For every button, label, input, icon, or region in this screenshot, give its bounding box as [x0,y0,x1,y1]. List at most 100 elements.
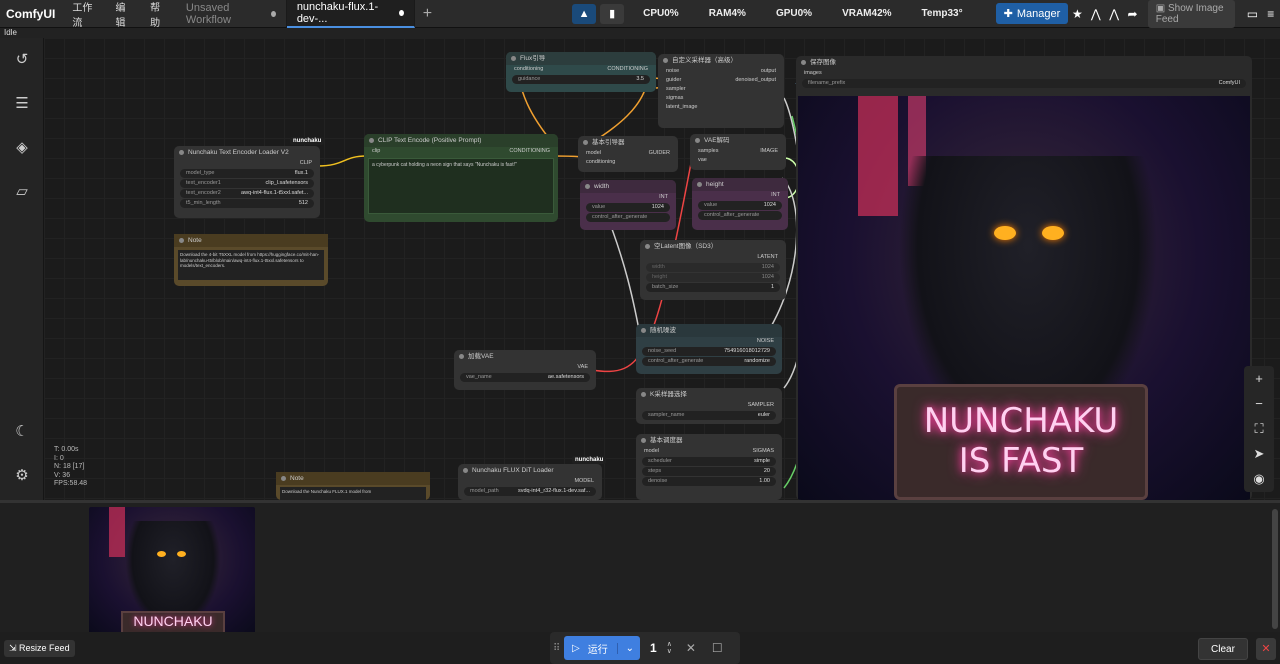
input-images[interactable]: images [796,69,1252,78]
batch-count[interactable]: 1 [650,641,657,655]
close-feed-icon[interactable]: ✕ [1256,638,1276,660]
run-button[interactable]: ▷ 运行 ⌄ [564,636,640,660]
output-conditioning[interactable]: CONDITIONING [509,147,550,156]
sampler-name-widget[interactable]: sampler_name euler [642,411,776,420]
node-custom-sampler-advanced[interactable]: 自定义采样器（高级） noise output guider denoised_ou… [658,54,784,128]
input-sigmas[interactable]: sigmas [658,94,784,103]
input-model[interactable]: model SIGMAS [636,447,782,456]
node-title[interactable]: 空Latent图像（SD3） [640,240,786,253]
output-vae[interactable]: VAE [454,363,596,372]
feed-scrollbar[interactable] [1272,509,1278,629]
input-model[interactable]: model GUIDER [578,149,678,158]
menu-workflow[interactable]: 工作流 [63,0,106,29]
panel-toggle-icon[interactable]: ▭ [1243,2,1261,26]
text-encoder2-widget[interactable]: text_encoder2 awq-int4-flux.1-t5xxl.safet… [180,189,314,198]
bookmark-icon[interactable]: ▮ [600,3,625,24]
node-basic-guider[interactable]: 基本引导器 model GUIDER conditioning [578,136,678,172]
output-int[interactable]: INT [692,191,788,200]
text-encoder1-widget[interactable]: text_encoder1 clip_l.safetensors [180,179,314,188]
share-arrow-icon[interactable]: ➦ [1123,2,1141,26]
value-widget[interactable]: value 1024 [698,201,782,210]
zoom-in-icon[interactable]: + [1244,366,1274,391]
new-tab-plus-icon[interactable]: + [415,5,440,23]
node-flux-guidance[interactable]: Flux引导 conditioning CONDITIONING guidance… [506,52,656,92]
note-title[interactable]: Note [276,472,430,485]
theme-moon-icon[interactable]: ☾ [12,422,32,442]
node-vae-decode[interactable]: VAE解码 samples IMAGE vae [690,134,786,170]
note-flux-model[interactable]: Note Download the Nunchaku FLUX.1 model … [276,472,430,500]
output-conditioning[interactable]: CONDITIONING [607,65,648,74]
input-samples[interactable]: samples IMAGE [690,147,786,156]
app-logo[interactable]: ComfyUI [0,7,63,21]
output-image-preview[interactable]: NUNCHAKU IS FAST [798,96,1250,500]
input-conditioning[interactable]: conditioning CONDITIONING [506,65,656,74]
output-denoised[interactable]: denoised_output [735,76,776,85]
node-canvas[interactable]: Flux引导 conditioning CONDITIONING guidance… [44,38,1280,500]
batch-stepper-icon[interactable]: ∧ ∨ [667,641,672,655]
input-clip[interactable]: clip CONDITIONING [364,147,558,156]
vae-name-widget[interactable]: vae_name ae.safetensors [460,373,590,382]
tab-unsaved-workflow[interactable]: Unsaved Workflow [176,0,287,28]
batch-size-widget[interactable]: batch_size 1 [646,283,780,292]
output-output[interactable]: output [761,67,776,76]
node-text-encoder-loader[interactable]: Nunchaku Text Encoder Loader V2 CLIP mod… [174,146,320,218]
control-after-generate-widget[interactable]: control_after_generate [698,211,782,220]
output-sigmas[interactable]: SIGMAS [753,447,774,456]
node-title[interactable]: 基本引导器 [578,136,678,149]
node-title[interactable]: 保存图像 [796,56,1252,69]
output-noise[interactable]: NOISE [636,337,782,346]
input-latent-image[interactable]: latent_image [658,103,784,112]
cancel-x-icon[interactable]: ✕ [686,641,696,655]
output-clip[interactable]: CLIP [174,159,320,168]
node-empty-latent-sd3[interactable]: 空Latent图像（SD3） LATENT width 1024 height 10… [640,240,786,300]
note-title[interactable]: Note [174,234,328,247]
node-title[interactable]: K采样器选择 [636,388,782,401]
output-int[interactable]: INT [580,193,676,202]
note-t5xxl[interactable]: Note Download the 4-bit T5XXL model from… [174,234,328,286]
output-image[interactable]: IMAGE [760,147,778,156]
noise-seed-widget[interactable]: noise_seed 754916018012729 [642,347,776,356]
feed-thumbnail[interactable]: NUNCHAKU [89,507,255,635]
prompt-textarea[interactable]: a cyberpunk cat holding a neon sign that… [368,158,554,214]
toggle-links-eye-icon[interactable]: ◉ [1244,466,1274,491]
denoise-widget[interactable]: denoise 1.00 [642,477,776,486]
filename-prefix-widget[interactable]: filename_prefix ComfyUI [802,79,1246,88]
stop-square-icon[interactable]: ☐ [712,641,723,655]
zoom-out-icon[interactable]: − [1244,391,1274,416]
node-title[interactable]: Nunchaku Text Encoder Loader V2 [174,146,320,159]
node-title[interactable]: CLIP Text Encode (Positive Prompt) [364,134,558,147]
manager-button[interactable]: ✚ Manager [995,3,1069,24]
node-width[interactable]: width INT value 1024 control_after_genera… [580,180,676,230]
menu-edit[interactable]: 编辑 [106,0,141,29]
model-b-icon[interactable]: ⋀ [1105,2,1123,26]
node-random-noise[interactable]: 随机噪波 NOISE noise_seed 754916018012729 con… [636,324,782,374]
node-clip-text-encode[interactable]: CLIP Text Encode (Positive Prompt) clip C… [364,134,558,222]
node-basic-scheduler[interactable]: 基本调度器 model SIGMAS scheduler simple steps 2… [636,434,782,500]
node-title[interactable]: 加载VAE [454,350,596,363]
tab-nunchaku-workflow[interactable]: nunchaku-flux.1-dev-... [286,0,415,28]
control-after-generate-widget[interactable]: control_after_generate randomize [642,357,776,366]
model-path-widget[interactable]: model_path svdq-int4_r32-flux.1-dev.saf..… [464,487,596,496]
t5-min-length-widget[interactable]: t5_min_length 512 [180,199,314,208]
show-image-feed-button[interactable]: ▣ Show Image Feed [1147,0,1236,28]
scheduler-widget[interactable]: scheduler simple [642,457,776,466]
input-noise[interactable]: noise output [658,67,784,76]
clear-button[interactable]: Clear [1198,638,1248,660]
node-title[interactable]: Nunchaku FLUX DiT Loader [458,464,602,477]
node-title[interactable]: 随机噪波 [636,324,782,337]
model-type-widget[interactable]: model_type flux.1 [180,169,314,178]
output-latent[interactable]: LATENT [640,253,786,262]
node-ksampler-select[interactable]: K采样器选择 SAMPLER sampler_name euler [636,388,782,424]
node-title[interactable]: 基本调度器 [636,434,782,447]
note-text[interactable]: Download the Nunchaku FLUX.1 model from [280,487,426,500]
control-after-generate-widget[interactable]: control_after_generate [586,213,670,222]
resize-feed-button[interactable]: ⇲ Resize Feed [4,640,75,657]
value-widget[interactable]: value 1024 [586,203,670,212]
guidance-widget[interactable]: guidance 3.5 [512,75,650,84]
workflows-folder-icon[interactable]: ▱ [12,182,32,202]
node-title[interactable]: 自定义采样器（高级） [658,54,784,67]
output-guider[interactable]: GUIDER [649,149,670,158]
node-load-vae[interactable]: 加载VAE VAE vae_name ae.safetensors [454,350,596,390]
note-text[interactable]: Download the 4-bit T5XXL model from http… [178,250,324,280]
input-sampler[interactable]: sampler [658,85,784,94]
